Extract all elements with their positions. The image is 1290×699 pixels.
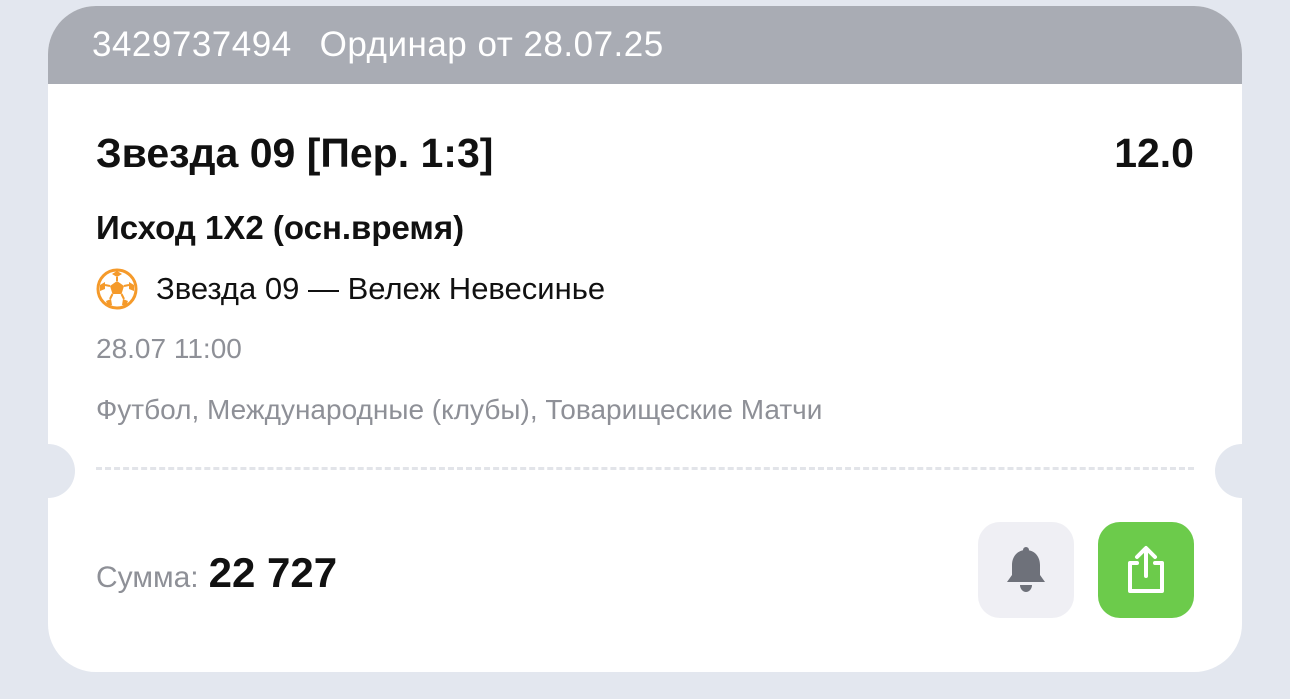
market-name: Исход 1X2 (осн.время) xyxy=(96,209,465,246)
match-teams: Звезда 09 — Вележ Невесинье xyxy=(156,271,606,306)
match-row: Звезда 09 — Вележ Невесинье xyxy=(96,268,605,310)
bet-type: Ординар от 28.07.25 xyxy=(319,25,664,64)
ticket-divider xyxy=(96,467,1194,470)
match-datetime: 28.07 11:00 xyxy=(96,333,242,364)
sum-label: Сумма: xyxy=(96,561,199,594)
share-icon xyxy=(1128,546,1164,593)
selection-odds: 12.0 xyxy=(1114,130,1194,176)
stake-sum: Сумма: 22 727 xyxy=(96,549,337,597)
bell-icon xyxy=(1007,547,1045,592)
sum-value: 22 727 xyxy=(208,549,338,596)
share-button[interactable] xyxy=(1098,522,1194,618)
ticket-notch-right xyxy=(1215,444,1242,498)
ticket-notch-left xyxy=(48,444,75,498)
ticket-header: 3429737494 Ординар от 28.07.25 xyxy=(48,6,1242,84)
notify-button[interactable] xyxy=(978,522,1074,618)
bet-ticket: 3429737494 Ординар от 28.07.25 Звезда 09… xyxy=(48,6,1242,672)
match-league: Футбол, Международные (клубы), Товарищес… xyxy=(96,394,823,425)
bet-id: 3429737494 xyxy=(92,25,292,64)
selection-row: Звезда 09 [Пер. 1:3] 12.0 xyxy=(96,130,1194,177)
soccer-ball-icon xyxy=(96,268,138,310)
selection-pick: Звезда 09 [Пер. 1:3] xyxy=(96,130,494,176)
